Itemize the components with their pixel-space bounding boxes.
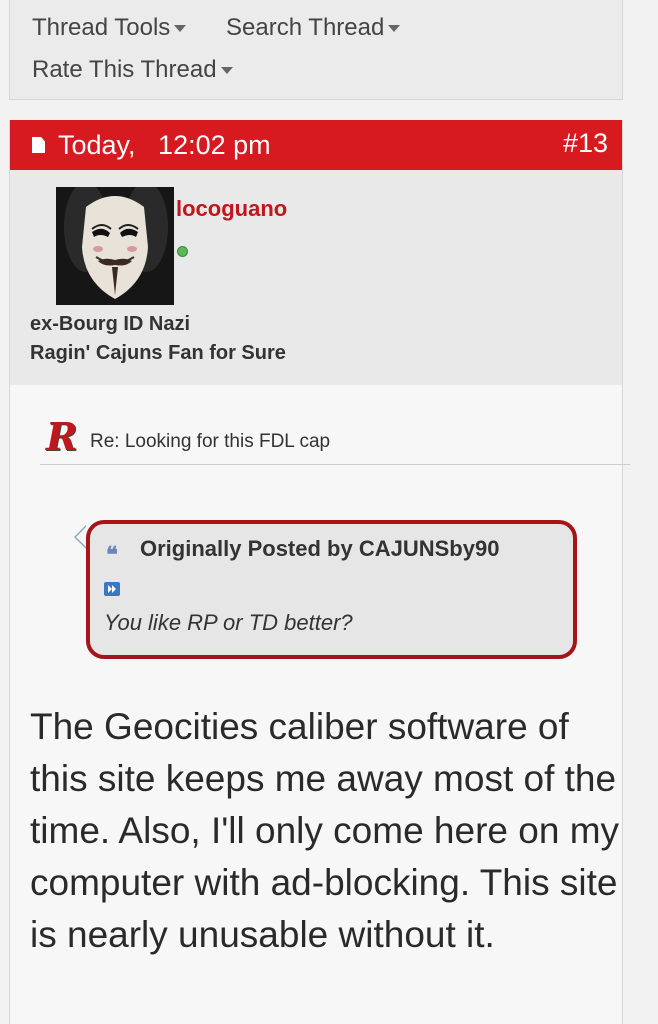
quote-pointer xyxy=(74,525,86,549)
quote-author: CAJUNSby90 xyxy=(358,536,500,561)
username-link[interactable]: locoguano xyxy=(176,196,287,222)
user-subtitle: Ragin' Cajuns Fan for Sure xyxy=(30,342,286,364)
user-info: locoguano ex-Bourg ID Nazi Ragin' Cajuns… xyxy=(10,170,622,385)
thread-tools-bar: Thread Tools Search Thread Rate This Thr… xyxy=(9,0,623,100)
user-title: ex-Bourg ID Nazi xyxy=(30,313,191,335)
rate-thread-label: Rate This Thread xyxy=(32,56,217,83)
thread-tools-label: Thread Tools xyxy=(32,14,171,41)
quote-text: You like RP or TD better? xyxy=(104,610,353,635)
caret-down-icon xyxy=(174,25,187,33)
view-post-icon[interactable] xyxy=(104,582,120,596)
post: Today, 12:02 pm #13 locoguano ex-Bourg I… xyxy=(9,120,630,1024)
post-message: The Geocities caliber software of this s… xyxy=(30,706,620,955)
quote-icon: ❝ xyxy=(106,542,118,568)
post-date: Today, 12:02 pm xyxy=(58,130,271,160)
r-logo-icon: R xyxy=(46,414,78,459)
caret-down-icon xyxy=(220,67,233,75)
post-title: Re: Looking for this FDL cap xyxy=(90,431,331,452)
quote-attribution: Originally Posted by CAJUNSby90 xyxy=(140,536,499,562)
rate-thread-menu[interactable]: Rate This Thread xyxy=(32,56,233,84)
quote-block: ❝ Originally Posted by CAJUNSby90 You li… xyxy=(86,520,577,659)
post-content: R Re: Looking for this FDL cap ❝ Origina… xyxy=(10,385,630,1024)
search-thread-label: Search Thread xyxy=(226,14,385,41)
thread-tools-menu[interactable]: Thread Tools xyxy=(32,14,187,42)
caret-down-icon xyxy=(388,25,401,33)
online-status-icon xyxy=(177,246,188,257)
avatar[interactable] xyxy=(56,187,174,305)
quote-prefix: Originally Posted by xyxy=(140,536,353,561)
post-header: Today, 12:02 pm #13 xyxy=(10,120,622,170)
divider xyxy=(40,464,630,465)
document-icon xyxy=(32,137,45,153)
search-thread-menu[interactable]: Search Thread xyxy=(226,14,401,42)
post-number-link[interactable]: #13 xyxy=(563,128,608,159)
